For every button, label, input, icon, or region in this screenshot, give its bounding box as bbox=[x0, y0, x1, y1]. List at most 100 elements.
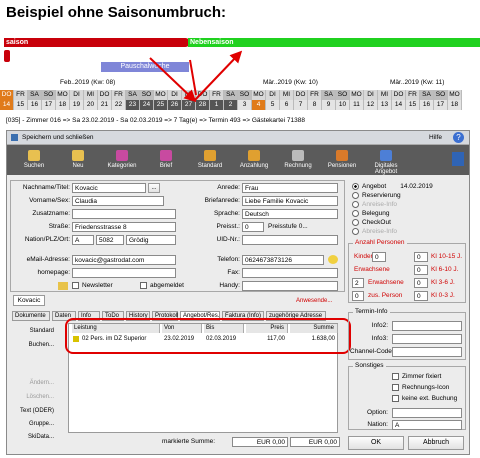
deposit-icon bbox=[248, 150, 260, 161]
adults-field[interactable]: 2 bbox=[352, 278, 364, 288]
zip-field[interactable]: 5082 bbox=[96, 235, 124, 245]
nation2-select[interactable]: A bbox=[392, 420, 462, 430]
ext-booking-label: keine ext. Buchung bbox=[402, 395, 458, 403]
toolbar-digital-offer-button[interactable]: Digitales Angebot bbox=[366, 150, 406, 175]
ok-button[interactable]: OK bbox=[348, 436, 404, 450]
kat-field[interactable]: 0 bbox=[414, 291, 428, 301]
extra-person-field[interactable]: 0 bbox=[352, 291, 364, 301]
status-label: Reservierung bbox=[362, 192, 401, 200]
status-radio[interactable]: Reservierung bbox=[352, 192, 401, 199]
status-label: CheckOut bbox=[362, 219, 391, 227]
side-button-6[interactable]: SkiData... bbox=[8, 434, 54, 440]
anwesende-link[interactable]: Anwesende... bbox=[296, 298, 332, 304]
side-button-0[interactable]: Standard bbox=[8, 328, 54, 334]
unsubscribed-checkbox[interactable]: abgemeldet bbox=[140, 282, 184, 289]
annotation-arrows bbox=[149, 50, 243, 103]
highlight-box bbox=[65, 318, 351, 354]
info3-select[interactable] bbox=[392, 334, 462, 344]
marked-sum-value: EUR 0,00 bbox=[232, 437, 288, 447]
street-field[interactable]: Friedensstrasse 8 bbox=[72, 222, 176, 232]
status-radio[interactable]: Angebot 14.02.2019 bbox=[352, 183, 433, 190]
city-field[interactable]: Grödig bbox=[126, 235, 176, 245]
radio-indicator bbox=[352, 192, 359, 199]
status-radio[interactable]: Belegung bbox=[352, 210, 389, 217]
salutation-select[interactable]: Frau bbox=[242, 183, 338, 193]
kinder-field[interactable]: 0 bbox=[372, 252, 386, 262]
toolbar-invoice-button[interactable]: Rechnung bbox=[278, 150, 318, 169]
homepage-field[interactable] bbox=[72, 268, 176, 278]
side-button-2[interactable]: Ändern... bbox=[8, 380, 54, 386]
toolbar-label: Anzahlung bbox=[239, 163, 269, 169]
sonstiges-title: Sonstiges bbox=[353, 362, 386, 369]
toolbar-label: Neu bbox=[72, 163, 84, 169]
status-radio[interactable]: CheckOut bbox=[352, 219, 391, 226]
kat-label: Kl 10-15 J. bbox=[431, 253, 463, 260]
invoice-icon bbox=[292, 150, 304, 161]
salutation-label: Anrede: bbox=[217, 184, 240, 191]
standard-icon bbox=[204, 150, 216, 161]
search-icon bbox=[28, 150, 40, 161]
nation2-label: Nation: bbox=[367, 421, 388, 428]
tab-0[interactable]: Dokumente bbox=[12, 311, 50, 321]
language-select[interactable]: Deutsch bbox=[242, 209, 338, 219]
help-link[interactable]: Hilfe bbox=[429, 134, 442, 141]
radio-indicator bbox=[352, 183, 359, 190]
toolbar-search-button[interactable]: Suchen bbox=[14, 150, 54, 169]
radio-indicator bbox=[352, 219, 359, 226]
fixed-checkbox[interactable]: Zimmer fixiert bbox=[392, 373, 441, 380]
toolbar-label: Digitales Angebot bbox=[374, 163, 398, 175]
side-button-4[interactable]: Text (ODER) bbox=[8, 408, 54, 414]
status-group: Angebot 14.02.2019 Reservierung Anreise-Inf… bbox=[348, 180, 466, 240]
extra-name-field[interactable] bbox=[72, 209, 176, 219]
save-close-button[interactable]: Speichern und schließen bbox=[22, 134, 94, 141]
mobile-label: Handy: bbox=[219, 282, 240, 289]
toolbar-label: Suchen bbox=[23, 163, 45, 169]
side-button-3[interactable]: Löschen... bbox=[8, 394, 54, 400]
info2-select[interactable] bbox=[392, 321, 462, 331]
save-icon[interactable] bbox=[11, 134, 18, 141]
side-button-5[interactable]: Gruppe... bbox=[8, 421, 54, 427]
guest-tab[interactable]: Kovacic bbox=[13, 295, 45, 306]
toolbar-letter-button[interactable]: Brief bbox=[146, 150, 186, 169]
cancel-button[interactable]: Abbruch bbox=[408, 436, 464, 450]
toolbar-categories-button[interactable]: Kategorien bbox=[102, 150, 142, 169]
nation-select[interactable]: A bbox=[72, 235, 94, 245]
status-label: Angebot bbox=[362, 183, 387, 191]
channel-field[interactable] bbox=[392, 347, 462, 357]
phone-icon[interactable] bbox=[328, 255, 338, 264]
status-radio[interactable]: Anreise-Info bbox=[352, 201, 397, 208]
status-label: Anreise-Info bbox=[362, 201, 398, 209]
lastname-field[interactable]: Kovacic bbox=[72, 183, 146, 193]
fax-field[interactable] bbox=[242, 268, 338, 278]
option-select[interactable] bbox=[392, 408, 462, 418]
price-level[interactable]: Preisstufe 0... bbox=[268, 223, 308, 230]
newsletter-checkbox[interactable]: Newsletter bbox=[72, 282, 113, 289]
price-field[interactable]: 0 bbox=[242, 222, 264, 232]
ext-booking-checkbox[interactable]: keine ext. Buchung bbox=[392, 395, 457, 402]
kat-field[interactable]: 0 bbox=[414, 252, 428, 262]
mobile-field[interactable] bbox=[242, 281, 338, 291]
radio-indicator bbox=[352, 228, 359, 235]
toolbar-new-button[interactable]: Neu bbox=[58, 150, 98, 169]
fax-label: Fax: bbox=[227, 269, 240, 276]
kat-field[interactable]: 0 bbox=[414, 265, 428, 275]
newsletter-label: Newsletter bbox=[82, 282, 113, 290]
title-lookup-button[interactable]: ... bbox=[148, 183, 160, 193]
phone-field[interactable]: 0624673873126 bbox=[242, 255, 324, 265]
uid-field[interactable] bbox=[242, 235, 338, 245]
toolbar-pension-button[interactable]: Pensionen bbox=[322, 150, 362, 169]
kat-field[interactable]: 0 bbox=[414, 278, 428, 288]
fixed-label: Zimmer fixiert bbox=[402, 373, 442, 381]
toolbar-deposit-button[interactable]: Anzahlung bbox=[234, 150, 274, 169]
toolbar-standard-button[interactable]: Standard bbox=[190, 150, 230, 169]
email-field[interactable]: kovacic@gastrodat.com bbox=[72, 255, 176, 265]
invoice-icon-label: Rechnungs-Icon bbox=[402, 384, 450, 392]
letter-select[interactable]: Liebe Familie Kovacic bbox=[242, 196, 338, 206]
settings-icon[interactable] bbox=[452, 152, 464, 166]
invoice-icon-checkbox[interactable]: Rechnungs-Icon bbox=[392, 384, 449, 391]
help-icon[interactable]: ? bbox=[453, 132, 464, 143]
side-button-1[interactable]: Buchen... bbox=[8, 342, 54, 348]
firstname-field[interactable]: Claudia bbox=[72, 196, 164, 206]
status-radio[interactable]: Abreise-Info bbox=[352, 228, 397, 235]
toolbar-label: Standard bbox=[197, 163, 223, 169]
